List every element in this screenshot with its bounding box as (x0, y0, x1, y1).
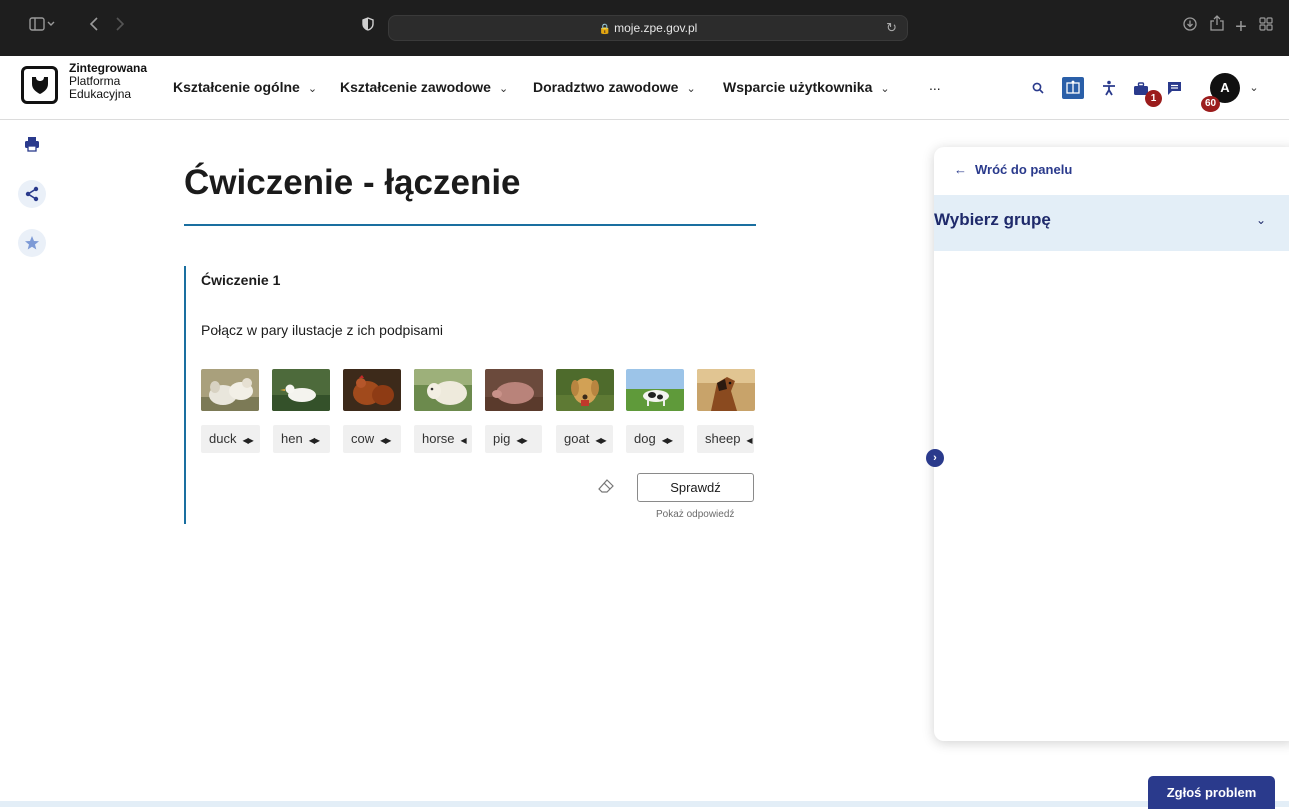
logo-text[interactable]: Zintegrowana Platforma Edukacyjna (69, 62, 147, 101)
footer-strip (0, 801, 1289, 807)
label-chip-pig[interactable]: pig ◀▶ (485, 425, 542, 453)
reload-icon[interactable]: ↻ (886, 16, 897, 40)
favorite-button[interactable] (18, 229, 46, 257)
label-chip-horse[interactable]: horse ◀ (414, 425, 472, 453)
picture-goat[interactable] (414, 369, 472, 411)
back-icon[interactable] (84, 14, 104, 40)
drag-arrows-icon: ◀▶ (380, 436, 391, 445)
picture-hen[interactable] (343, 369, 401, 411)
reading-mode-icon[interactable] (1062, 77, 1084, 99)
chip-label: cow (351, 431, 375, 446)
nav-wsparcie-uzytkownika[interactable]: Wsparcie użytkownika ⌄ (723, 79, 890, 95)
chevron-down-icon: ⌄ (880, 83, 890, 95)
messages-icon[interactable] (1165, 79, 1183, 97)
tab-overview-icon[interactable] (1256, 14, 1276, 40)
arrow-left-icon: ← (954, 162, 967, 177)
nav-label: Kształcenie ogólne (173, 79, 300, 95)
nav-label: Wsparcie użytkownika (723, 79, 873, 95)
zpe-logo-icon[interactable] (21, 66, 58, 104)
back-to-panel-link[interactable]: ← Wróć do panelu (954, 162, 1072, 177)
nav-label: Doradztwo zawodowe (533, 79, 679, 95)
address-bar[interactable]: 🔒 moje.zpe.gov.pl ↻ (388, 15, 908, 41)
picture-horse[interactable] (697, 369, 755, 411)
share-button[interactable] (18, 180, 46, 208)
label-chip-duck[interactable]: duck ◀▶ (201, 425, 260, 453)
exercise-instruction: Połącz w pary ilustacje z ich podpisami (201, 322, 443, 338)
browser-toolbar: 🔒 moje.zpe.gov.pl ↻ + (0, 0, 1289, 56)
label-chip-dog[interactable]: dog ◀▶ (626, 425, 684, 453)
chip-label: duck (209, 431, 237, 446)
avatar-badge: 60 (1201, 96, 1220, 112)
privacy-shield-icon[interactable] (358, 14, 378, 40)
drag-arrows-icon: ◀▶ (516, 436, 527, 445)
sidebar-toggle-icon[interactable] (22, 14, 62, 40)
nav-ksztalcenie-zawodowe[interactable]: Kształcenie zawodowe ⌄ (340, 79, 508, 95)
label-chip-hen[interactable]: hen ◀▶ (273, 425, 330, 453)
eraser-icon[interactable] (598, 479, 614, 496)
print-button[interactable] (18, 130, 46, 158)
accessibility-icon[interactable] (1100, 79, 1118, 97)
exercise-border (184, 266, 186, 524)
exercise-heading: Ćwiczenie 1 (201, 272, 281, 288)
more-menu-button[interactable]: ... (929, 77, 941, 93)
check-button[interactable]: Sprawdź (637, 473, 754, 502)
report-problem-button[interactable]: Zgłoś problem (1148, 776, 1275, 809)
drag-arrows-icon: ◀▶ (308, 436, 320, 445)
url-text: moje.zpe.gov.pl (614, 21, 698, 35)
title-divider (184, 224, 756, 226)
page-title: Ćwiczenie - łączenie (184, 163, 521, 202)
logo-line-3: Edukacyjna (69, 87, 132, 101)
label-chip-cow[interactable]: cow ◀▶ (343, 425, 401, 453)
picture-cow[interactable] (626, 369, 684, 411)
picture-pig[interactable] (485, 369, 543, 411)
nav-label: Kształcenie zawodowe (340, 79, 491, 95)
chip-label: hen (281, 431, 303, 446)
lock-icon: 🔒 (598, 24, 612, 35)
drag-arrows-icon: ◀ (746, 436, 752, 445)
drag-arrows-icon: ◀ (460, 436, 467, 445)
search-icon[interactable] (1030, 80, 1046, 96)
downloads-icon[interactable] (1180, 14, 1200, 40)
chevron-down-icon[interactable]: ⌄ (1248, 81, 1260, 94)
picture-dog[interactable] (556, 369, 614, 411)
drag-arrows-icon: ◀▶ (595, 436, 606, 445)
back-label: Wróć do panelu (975, 162, 1073, 177)
panel-toggle-icon[interactable]: › (926, 449, 944, 467)
chip-label: sheep (705, 431, 741, 446)
label-chip-sheep[interactable]: sheep ◀ (697, 425, 754, 453)
nav-ksztalcenie-ogolne[interactable]: Kształcenie ogólne ⌄ (173, 79, 317, 95)
picture-sheep[interactable] (201, 369, 259, 411)
drag-arrows-icon: ◀▶ (661, 436, 673, 445)
chevron-down-icon: ⌄ (686, 83, 696, 95)
new-tab-icon[interactable]: + (1231, 14, 1251, 40)
show-answer-link[interactable]: Pokaż odpowiedź (656, 509, 734, 520)
chip-label: goat (564, 431, 590, 446)
briefcase-badge: 1 (1145, 90, 1162, 107)
chevron-down-icon: ⌄ (307, 83, 318, 95)
chevron-down-icon[interactable]: ⌄ (1256, 213, 1266, 227)
chevron-down-icon: ⌄ (498, 83, 509, 95)
drag-arrows-icon: ◀▶ (242, 436, 253, 445)
chip-label: pig (493, 431, 511, 446)
group-select-label: Wybierz grupę (934, 210, 1051, 229)
forward-icon[interactable] (110, 14, 130, 40)
chip-label: dog (634, 431, 656, 446)
picture-duck[interactable] (272, 369, 330, 411)
share-icon[interactable] (1207, 14, 1227, 40)
label-chip-goat[interactable]: goat ◀▶ (556, 425, 613, 453)
chip-label: horse (422, 431, 455, 446)
nav-doradztwo-zawodowe[interactable]: Doradztwo zawodowe ⌄ (533, 79, 696, 95)
